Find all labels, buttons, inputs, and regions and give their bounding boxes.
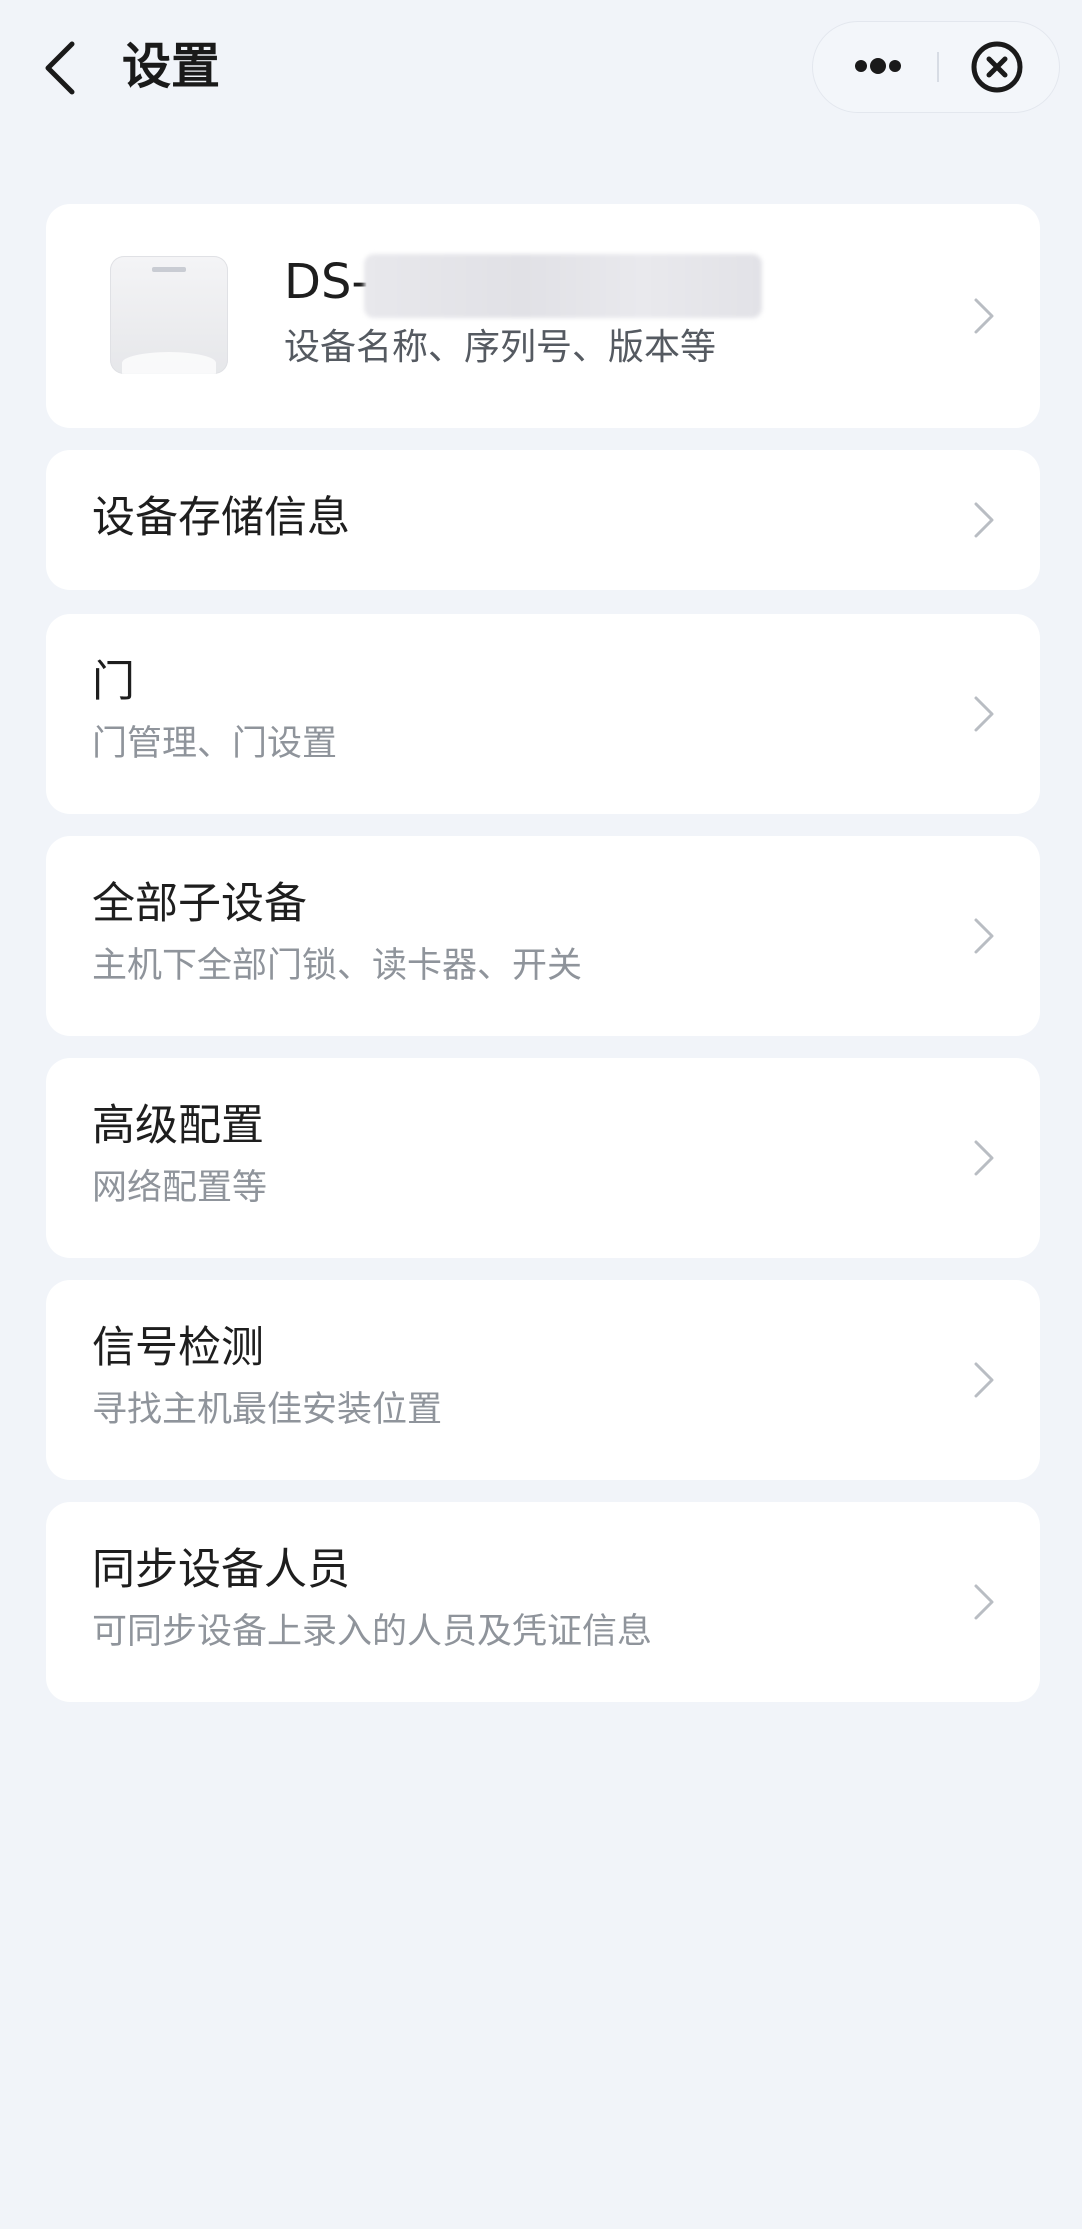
- nav-bar: 设置: [0, 0, 1082, 140]
- device-subtitle: 设备名称、序列号、版本等: [284, 327, 717, 368]
- device-name-redacted: [364, 254, 762, 318]
- menu-item-sub-devices[interactable]: 全部子设备 主机下全部门锁、读卡器、开关: [46, 836, 1040, 1036]
- page-title: 设置: [122, 38, 221, 95]
- chevron-right-icon: [974, 696, 994, 732]
- close-circle-icon: [971, 41, 1023, 93]
- menu-item-subtitle: 门管理、门设置: [92, 724, 338, 764]
- menu-item-title: 全部子设备: [92, 879, 307, 929]
- more-dots-icon: [855, 58, 901, 74]
- back-button[interactable]: [36, 36, 88, 100]
- device-logo: [152, 267, 186, 272]
- device-name: DS-: [284, 254, 369, 310]
- menu-item-title: 设备存储信息: [92, 493, 350, 543]
- chevron-left-icon: [45, 41, 75, 95]
- menu-item-signal-detection[interactable]: 信号检测 寻找主机最佳安装位置: [46, 1280, 1040, 1480]
- menu-item-subtitle: 可同步设备上录入的人员及凭证信息: [92, 1612, 653, 1652]
- menu-item-subtitle: 网络配置等: [92, 1168, 268, 1208]
- device-thumbnail: [110, 256, 228, 374]
- capsule-divider: [937, 52, 939, 82]
- chevron-right-icon: [974, 918, 994, 954]
- chevron-right-icon: [974, 502, 994, 538]
- menu-item-title: 门: [92, 657, 135, 707]
- chevron-right-icon: [974, 1140, 994, 1176]
- mini-program-capsule: [812, 21, 1060, 113]
- menu-item-title: 信号检测: [92, 1323, 264, 1373]
- menu-item-sync-persons[interactable]: 同步设备人员 可同步设备上录入的人员及凭证信息: [46, 1502, 1040, 1702]
- menu-item-title: 同步设备人员: [92, 1545, 350, 1595]
- more-button[interactable]: [833, 36, 923, 96]
- device-thumb-highlight: [122, 352, 216, 374]
- menu-item-subtitle: 寻找主机最佳安装位置: [92, 1390, 443, 1430]
- chevron-right-icon: [974, 298, 994, 334]
- menu-item-advanced-config[interactable]: 高级配置 网络配置等: [46, 1058, 1040, 1258]
- menu-item-title: 高级配置: [92, 1101, 264, 1151]
- chevron-right-icon: [974, 1362, 994, 1398]
- menu-item-subtitle: 主机下全部门锁、读卡器、开关: [92, 946, 583, 986]
- chevron-right-icon: [974, 1584, 994, 1620]
- device-info-card[interactable]: DS- 设备名称、序列号、版本等: [46, 204, 1040, 428]
- menu-item-storage-info[interactable]: 设备存储信息: [46, 450, 1040, 590]
- close-button[interactable]: [965, 36, 1029, 98]
- menu-item-door[interactable]: 门 门管理、门设置: [46, 614, 1040, 814]
